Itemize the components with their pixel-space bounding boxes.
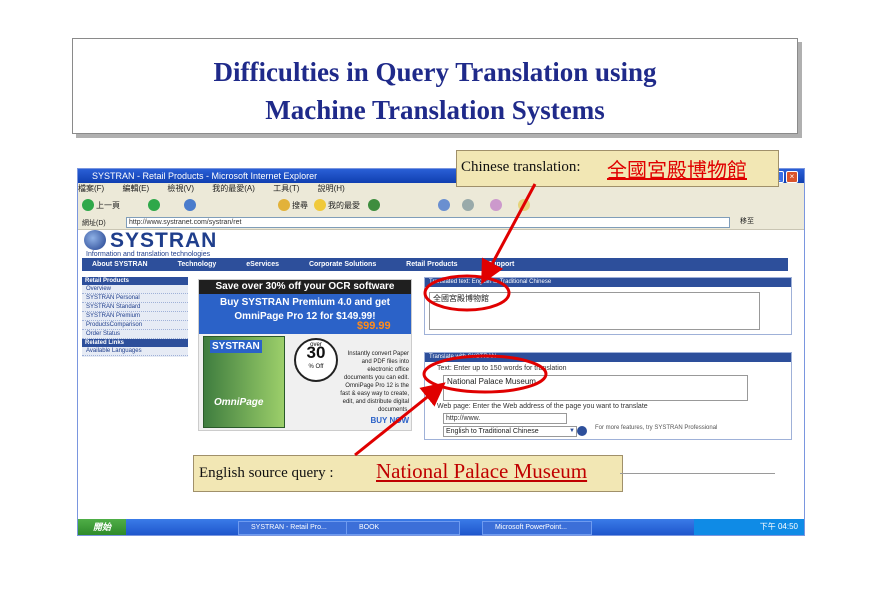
search-label: 搜尋 [292, 201, 308, 210]
translate-button[interactable] [577, 426, 587, 436]
systran-swirl-icon [84, 230, 106, 250]
menu-file[interactable]: 檔案(F) [78, 184, 104, 193]
print-icon[interactable] [462, 199, 474, 211]
chinese-translation-value: 全國宮殿博物館 [607, 158, 747, 182]
product-box-label-2: OmniPage [214, 397, 264, 408]
close-icon[interactable]: × [786, 171, 798, 183]
systran-tagline: Information and translation technologies [86, 251, 211, 258]
browser-toolbar: 上一頁 搜尋 我的最愛 [78, 195, 804, 216]
menu-tools[interactable]: 工具(T) [273, 184, 299, 193]
english-query-value: National Palace Museum [376, 459, 588, 483]
language-pair-select[interactable]: English to Traditional Chinese ▼ [443, 426, 577, 437]
menu-favorites[interactable]: 我的最愛(A) [212, 184, 255, 193]
promo-banner[interactable]: Save over 30% off your OCR software Buy … [198, 279, 412, 431]
address-label: 網址(D) [82, 220, 106, 227]
chinese-translation-label: Chinese translation: [461, 159, 581, 175]
slide-title-box: Difficulties in Query Translation using … [72, 38, 798, 134]
sidebar-item[interactable]: SYSTRAN Premium [82, 312, 188, 321]
language-pair-value: English to Traditional Chinese [446, 428, 539, 435]
input-panel-head: Translate with SYSTRAN [425, 353, 791, 362]
forward-icon[interactable] [148, 199, 160, 211]
promo-price: $99.99 [357, 320, 391, 332]
sidebar-item[interactable]: Available Languages [82, 347, 188, 356]
mail-icon[interactable] [490, 199, 502, 211]
url-input[interactable]: http://www. [443, 413, 567, 424]
promo-offer-line-1: Buy SYSTRAN Premium 4.0 and get [219, 297, 391, 308]
folder-icon[interactable] [518, 199, 530, 211]
favorites-icon[interactable] [314, 199, 326, 211]
sidebar-item[interactable]: SYSTRAN Standard [82, 303, 188, 312]
product-box-image: SYSTRAN OmniPage [203, 336, 285, 428]
back-label: 上一頁 [96, 201, 120, 210]
systran-sidebar: Retail Products Overview SYSTRAN Persona… [82, 277, 188, 357]
start-button[interactable]: 開始 [78, 519, 126, 535]
search-icon[interactable] [278, 199, 290, 211]
nav-support[interactable]: Support [487, 261, 514, 268]
badge-over: over [310, 342, 322, 348]
back-icon[interactable] [82, 199, 94, 211]
translation-input-panel: Translate with SYSTRAN Text: Enter up to… [424, 352, 792, 440]
menu-edit[interactable]: 編輯(E) [122, 184, 149, 193]
nav-eservices[interactable]: eServices [246, 261, 279, 268]
nav-technology[interactable]: Technology [178, 261, 217, 268]
output-panel-head: Translated text: English to Traditional … [425, 278, 791, 287]
sidebar-item[interactable]: ProductsComparison [82, 321, 188, 330]
systran-nav: About SYSTRAN Technology eServices Corpo… [82, 258, 788, 271]
window-title: SYSTRAN - Retail Products - Microsoft In… [92, 171, 318, 181]
nav-about[interactable]: About SYSTRAN [92, 261, 148, 268]
english-query-label: English source query : [199, 465, 334, 481]
nav-retail[interactable]: Retail Products [406, 261, 457, 268]
menu-help[interactable]: 說明(H) [318, 184, 345, 193]
webpage-radio-label[interactable]: Web page: Enter the Web address of the p… [437, 403, 648, 410]
buy-now-link[interactable]: BUY NOW [339, 416, 409, 425]
text-radio-label[interactable]: Text: Enter up to 150 words for translat… [437, 365, 567, 372]
go-button[interactable]: 移至 [740, 217, 764, 227]
favorites-label: 我的最愛 [328, 201, 360, 210]
chinese-translation-callout: Chinese translation: 全國宮殿博物館 [456, 150, 779, 187]
systran-logo-text: SYSTRAN [110, 229, 218, 252]
sidebar-head-links: Related Links [82, 339, 188, 347]
translation-output-panel: Translated text: English to Traditional … [424, 277, 792, 335]
systran-logo[interactable]: SYSTRAN Information and translation tech… [82, 229, 282, 258]
product-box-label: SYSTRAN [210, 340, 262, 353]
translation-input-field[interactable]: National Palace Museum [443, 375, 748, 401]
divider [620, 473, 775, 474]
promo-headline: Save over 30% off your OCR software [199, 280, 411, 294]
chevron-down-icon: ▼ [569, 428, 575, 434]
sidebar-head-retail: Retail Products [82, 277, 188, 285]
promo-copy: Instantly convert Paper and PDF files in… [340, 351, 409, 413]
taskbar-item-powerpoint[interactable]: Microsoft PowerPoint... [482, 521, 592, 535]
home-icon[interactable] [184, 199, 196, 211]
badge-off: % Off [308, 364, 324, 370]
sidebar-item[interactable]: Order Status [82, 330, 188, 339]
taskbar-item-book[interactable]: BOOK [346, 521, 460, 535]
sidebar-item[interactable]: Overview [82, 285, 188, 294]
system-tray-clock: 下午 04:50 [694, 519, 804, 535]
sidebar-item[interactable]: SYSTRAN Personal [82, 294, 188, 303]
professional-note: For more features, try SYSTRAN Professio… [595, 425, 718, 431]
menu-view[interactable]: 檢視(V) [167, 184, 194, 193]
slide-title-line-1: Difficulties in Query Translation using [213, 57, 657, 87]
windows-taskbar: 開始 SYSTRAN - Retail Pro... BOOK Microsof… [78, 519, 804, 535]
slide-title-line-2: Machine Translation Systems [265, 95, 605, 125]
taskbar-item-browser[interactable]: SYSTRAN - Retail Pro... [238, 521, 348, 535]
address-input[interactable]: http://www.systranet.com/systran/ret [126, 217, 730, 228]
history-icon[interactable] [438, 199, 450, 211]
discount-badge: over 30 % Off [294, 338, 338, 382]
address-bar: 網址(D) http://www.systranet.com/systran/r… [78, 215, 804, 230]
english-query-callout: English source query : National Palace M… [193, 455, 623, 492]
translation-output-field[interactable]: 全國宮殿博物館 [429, 292, 760, 330]
nav-corporate[interactable]: Corporate Solutions [309, 261, 376, 268]
media-icon[interactable] [368, 199, 380, 211]
